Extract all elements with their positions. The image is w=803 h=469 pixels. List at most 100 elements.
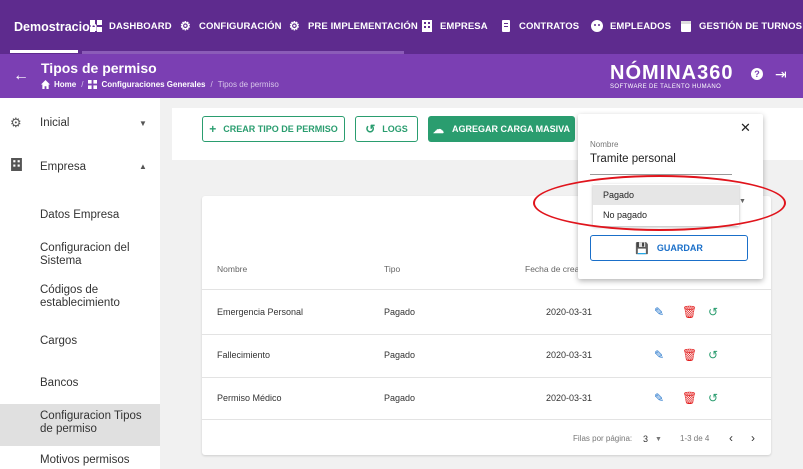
column-header-fecha[interactable]: Fecha de crea	[525, 264, 579, 274]
nav-item-pre-implementacion[interactable]: ⚙ PRE IMPLEMENTACIÓN	[289, 20, 418, 32]
close-icon[interactable]: ✕	[740, 120, 751, 136]
nav-item-dashboard[interactable]: DASHBOARD	[90, 20, 172, 32]
history-icon[interactable]: ↺	[708, 348, 718, 362]
cell-tipo: Pagado	[384, 307, 416, 317]
nav-label: EMPRESA	[440, 20, 488, 32]
breadcrumb-current: Tipos de permiso	[217, 80, 279, 89]
chevron-down-icon: ▼	[139, 119, 147, 128]
chevron-right-icon[interactable]: ›	[751, 431, 755, 445]
rows-per-page-select[interactable]: 3	[643, 434, 648, 444]
nav-item-empleados[interactable]: EMPLEADOS	[591, 20, 671, 32]
sidebar-item-inicial[interactable]: ⚙ Inicial ▼	[0, 116, 160, 136]
brand-name[interactable]: Demostracion	[0, 20, 97, 34]
gear-icon: ⚙	[10, 115, 22, 130]
nomina360-logo: NÓMINA360 SOFTWARE DE TALENTO HUMANO	[610, 63, 733, 90]
row-divider	[202, 334, 771, 335]
delete-icon[interactable]: 🗑	[682, 391, 697, 405]
save-button[interactable]: 💾 GUARDAR	[590, 235, 748, 261]
row-divider	[202, 289, 771, 290]
nav-label: CONTRATOS	[519, 20, 580, 32]
breadcrumb-configuraciones[interactable]: Configuraciones Generales	[101, 80, 205, 89]
row-divider	[202, 377, 771, 378]
breadcrumb-separator: /	[210, 80, 213, 89]
nav-item-configuracion[interactable]: ⚙ CONFIGURACIÓN	[180, 20, 282, 32]
nav-item-contratos[interactable]: CONTRATOS	[500, 20, 579, 32]
logo-sub-text: SOFTWARE DE TALENTO HUMANO	[610, 84, 722, 90]
sidebar-subitem-label: Motivos permisos	[40, 454, 130, 466]
help-icon[interactable]: ?	[751, 68, 763, 80]
nav-label: GESTIÓN DE TURNOS	[699, 20, 803, 32]
column-header-nombre[interactable]: Nombre	[217, 264, 247, 274]
page-header: ← Tipos de permiso Home / Configuracione…	[0, 54, 803, 98]
chevron-down-icon[interactable]: ▼	[655, 436, 662, 443]
button-label: AGREGAR CARGA MASIVA	[451, 124, 570, 134]
chevron-up-icon: ▲	[139, 162, 147, 171]
button-label: GUARDAR	[656, 243, 703, 253]
breadcrumb: Home / Configuraciones Generales / Tipos…	[41, 80, 279, 89]
dashboard-icon	[88, 80, 98, 89]
pagination-range: 1-3 de 4	[680, 434, 710, 443]
bulk-upload-button[interactable]: ☁ AGREGAR CARGA MASIVA	[428, 116, 575, 142]
name-field-label: Nombre	[590, 140, 619, 149]
building-icon	[422, 20, 432, 32]
button-label: LOGS	[382, 124, 408, 134]
sidebar-subitem-label: Configuracion Tipos de permiso	[40, 410, 142, 435]
edit-icon[interactable]: ✎	[654, 305, 664, 319]
sidebar-item-bancos[interactable]: Bancos	[0, 374, 160, 394]
cell-nombre: Fallecimiento	[217, 350, 271, 360]
nav-item-gestion-turnos[interactable]: GESTIÓN DE TURNOS	[680, 20, 802, 32]
sidebar-item-configuracion-tipos-permiso[interactable]: Configuracion Tipos de permiso	[0, 404, 160, 446]
plus-icon: +	[209, 122, 217, 136]
cell-nombre: Permiso Médico	[217, 393, 282, 403]
logout-icon[interactable]: ⇥	[775, 66, 787, 83]
nav-item-empresa[interactable]: EMPRESA	[421, 20, 488, 32]
back-arrow-icon[interactable]: ←	[13, 67, 29, 85]
dashboard-icon	[90, 20, 102, 32]
history-icon[interactable]: ↺	[708, 305, 718, 319]
rows-per-page-label: Filas por página:	[573, 434, 633, 443]
cell-fecha: 2020-03-31	[546, 307, 593, 317]
cell-fecha: 2020-03-31	[546, 350, 593, 360]
button-label: CREAR TIPO DE PERMISO	[223, 124, 338, 134]
sidebar-item-label: Inicial	[40, 117, 70, 129]
edit-icon[interactable]: ✎	[654, 391, 664, 405]
cloud-upload-icon: ☁	[432, 123, 444, 136]
sidebar-item-cargos[interactable]: Cargos	[0, 332, 160, 352]
sidebar-item-empresa[interactable]: Empresa ▲	[0, 158, 160, 178]
column-header-tipo[interactable]: Tipo	[384, 264, 400, 274]
row-divider	[202, 419, 771, 420]
cell-tipo: Pagado	[384, 393, 416, 403]
sidebar-item-configuracion-sistema[interactable]: Configuracion del Sistema	[0, 240, 160, 272]
delete-icon[interactable]: 🗑	[682, 305, 697, 319]
name-field[interactable]: Tramite personal	[590, 153, 676, 165]
create-permission-type-button[interactable]: + CREAR TIPO DE PERMISO	[202, 116, 345, 142]
sidebar-subitem-label: Códigos de establecimiento	[40, 284, 120, 309]
delete-icon[interactable]: 🗑	[682, 348, 697, 362]
sidebar-subitem-label: Cargos	[40, 335, 78, 347]
nav-label: DASHBOARD	[109, 20, 172, 32]
building-icon	[11, 158, 22, 171]
logs-button[interactable]: ↺ LOGS	[355, 116, 418, 142]
breadcrumb-separator: /	[81, 80, 84, 89]
page-title: Tipos de permiso	[41, 60, 157, 76]
history-icon[interactable]: ↺	[708, 391, 718, 405]
document-icon	[502, 20, 510, 32]
edit-icon[interactable]: ✎	[654, 348, 664, 362]
gear-icon: ⚙	[180, 19, 191, 33]
sidebar-subitem-label: Datos Empresa	[40, 209, 120, 221]
nav-label: EMPLEADOS	[610, 20, 672, 32]
chevron-left-icon[interactable]: ‹	[729, 431, 733, 445]
home-icon	[41, 80, 50, 89]
sidebar-item-codigos-establecimiento[interactable]: Códigos de establecimiento	[0, 282, 160, 314]
sidebar-subitem-label: Configuracion del Sistema	[40, 242, 130, 267]
sidebar-item-motivos-permisos[interactable]: Motivos permisos	[0, 452, 160, 469]
highlight-annotation	[533, 175, 786, 231]
logo-main-text: NÓMINA360	[610, 62, 734, 84]
sidebar-item-datos-empresa[interactable]: Datos Empresa	[0, 206, 160, 226]
breadcrumb-home[interactable]: Home	[54, 80, 76, 89]
cell-nombre: Emergencia Personal	[217, 307, 304, 317]
face-icon	[591, 20, 603, 32]
sidebar-subitem-label: Bancos	[40, 377, 79, 389]
nav-label: CONFIGURACIÓN	[199, 20, 282, 32]
history-icon: ↺	[365, 122, 376, 136]
